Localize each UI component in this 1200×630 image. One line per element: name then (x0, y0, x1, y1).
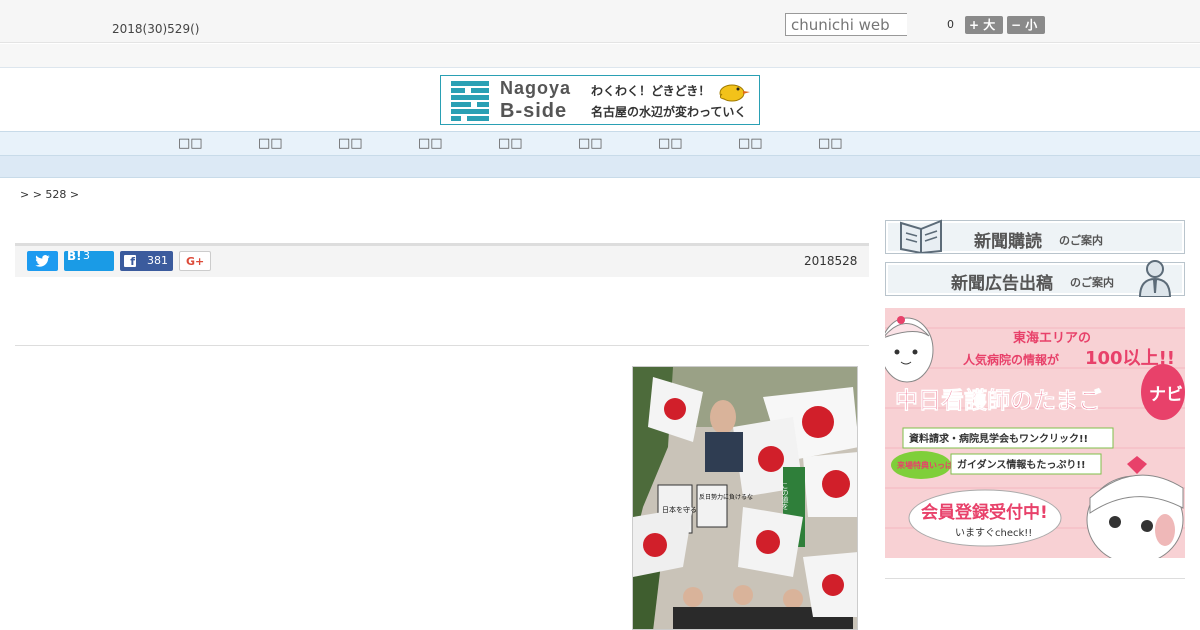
ad-title: 中日看護師のたまご (895, 387, 1101, 414)
hatena-label: B! (67, 249, 82, 263)
banner-subtitle-line1: わくわく！どきどき！ (591, 84, 711, 98)
photo-sign-1: 日本を守る (662, 505, 697, 514)
nurse-navi-ad-art: 東海エリアの 人気病院の情報が 100以上!! 中日看護師のたまご ナビ 資料請… (885, 308, 1185, 558)
ad-line2a: 人気病院の情報が (963, 352, 1059, 367)
subscribe-guide-button[interactable]: 新聞購読 のご案内 (885, 219, 1185, 254)
subscribe-label-suffix: のご案内 (1059, 234, 1103, 247)
nagoya-bside-banner[interactable]: Nagoya B-side わくわく！どきどき！ 名古屋の水辺が変わっていく (440, 75, 760, 125)
subscribe-label: 新聞購読 (974, 232, 1042, 252)
breadcrumb[interactable]: > > 528 > (20, 188, 79, 201)
ad-feature1: 資料請求・病院見学会もワンクリック!! (909, 432, 1088, 445)
nav-item[interactable]: □□ (818, 136, 843, 151)
nurse-navi-ad[interactable]: 東海エリアの 人気病院の情報が 100以上!! 中日看護師のたまご ナビ 資料請… (885, 308, 1185, 558)
nav-item[interactable]: □□ (178, 136, 203, 151)
banner-title-line1: Nagoya (500, 78, 572, 98)
nav-item[interactable]: □□ (418, 136, 443, 151)
bird-mascot-icon (719, 84, 750, 102)
nav-item[interactable]: □□ (498, 136, 523, 151)
businessman-icon (1138, 260, 1172, 297)
font-size-large-button[interactable]: + 大 (965, 16, 1003, 34)
ad-cta: 会員登録受付中! (921, 502, 1048, 523)
share-bar: B! 3 f 381 G+ (15, 243, 869, 277)
twitter-share-button[interactable] (27, 251, 58, 271)
hatena-count: 3 (83, 249, 90, 262)
sub-nav (0, 156, 1200, 178)
ad-feature2: ガイダンス情報もたっぷり!! (957, 458, 1086, 471)
top-bar: 2018(30)529() 0 + 大 − 小 (0, 0, 1200, 43)
ad-cta-sub: いますぐcheck!! (955, 527, 1032, 539)
nav-item[interactable]: □□ (578, 136, 603, 151)
ad-badge: ナビ (1149, 385, 1183, 405)
sidebar-divider (885, 578, 1185, 579)
nav-item[interactable]: □□ (658, 136, 683, 151)
google-plus-share-button[interactable]: G+ (179, 251, 211, 271)
current-date: 2018(30)529() (112, 22, 200, 36)
nav-item[interactable]: □□ (338, 136, 363, 151)
facebook-share-button[interactable]: f 381 (120, 251, 173, 271)
advertise-label-suffix: のご案内 (1070, 276, 1114, 289)
search-input[interactable] (785, 13, 907, 36)
advertise-label: 新聞広告出稿 (951, 274, 1053, 294)
divider (15, 345, 869, 346)
google-plus-icon: G+ (186, 255, 205, 268)
rally-photo-image: 日本を守る 反日勢力に負けるな この道を (633, 367, 857, 629)
nav-item[interactable]: □□ (258, 136, 283, 151)
advertise-guide-button[interactable]: 新聞広告出稿 のご案内 (885, 260, 1185, 297)
article-photo: 日本を守る 反日勢力に負けるな この道を (632, 366, 858, 630)
font-size-indicator: 0 (947, 18, 954, 31)
post-date: 2018528 (804, 254, 858, 268)
banner-title-line2: B-side (500, 100, 568, 122)
bside-logo-icon (449, 80, 491, 121)
hatena-bookmark-button[interactable]: B! 3 (64, 249, 114, 271)
photo-sign-2: 反日勢力に負けるな (699, 493, 753, 501)
banner-subtitle-line2: 名古屋の水辺が変わっていく (591, 105, 747, 119)
photo-sign-3: この道を (781, 482, 789, 510)
facebook-count: 381 (147, 254, 168, 267)
twitter-icon (35, 255, 50, 267)
ad-line1: 東海エリアの (1013, 330, 1091, 346)
nav-item[interactable]: □□ (738, 136, 763, 151)
facebook-icon: f (124, 255, 136, 268)
open-book-icon (900, 219, 942, 253)
main-nav: □□ □□ □□ □□ □□ □□ □□ □□ □□ (0, 131, 1200, 156)
font-size-small-button[interactable]: − 小 (1007, 16, 1045, 34)
header-strip (0, 44, 1200, 68)
